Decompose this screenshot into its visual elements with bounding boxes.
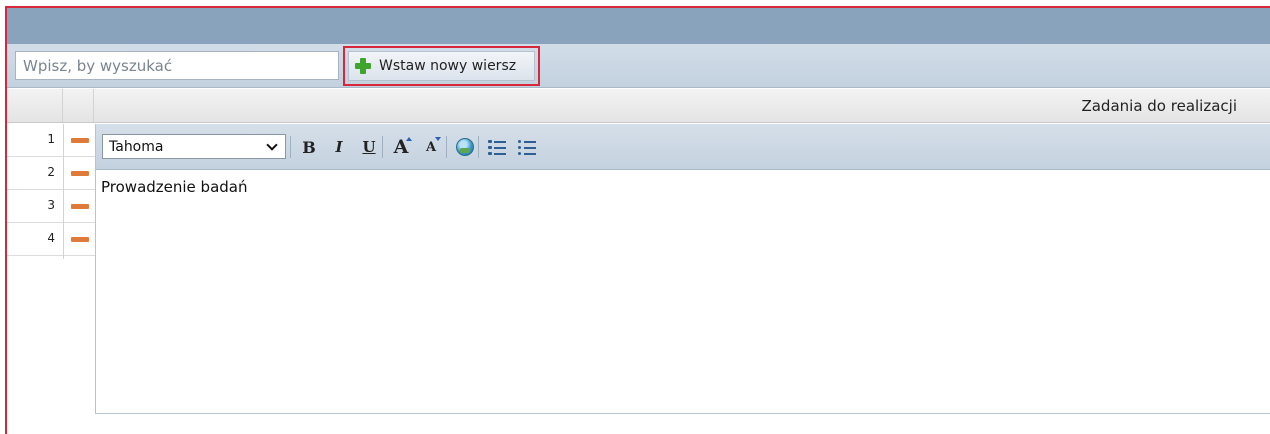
minus-icon[interactable]: [71, 138, 89, 143]
list-line: [494, 147, 506, 149]
plus-icon: [355, 58, 371, 74]
globe-shape: [456, 138, 474, 156]
unordered-list-glyph: [517, 138, 537, 156]
list-marker: [518, 146, 521, 149]
list-line: [494, 153, 506, 155]
list-marker: [488, 146, 492, 149]
rich-text-editor: Tahoma B I U A A Prowadzenie badań: [95, 124, 1270, 414]
row-number: 3: [47, 198, 55, 212]
unordered-list-icon[interactable]: [514, 134, 540, 160]
search-input[interactable]: [15, 51, 339, 80]
globe-icon[interactable]: [452, 134, 478, 160]
ordered-list-glyph: [487, 138, 507, 156]
list-line: [524, 147, 536, 149]
column-header-tasks[interactable]: Zadania do realizacji: [1081, 97, 1237, 115]
grid-header-row: Zadania do realizacji: [7, 89, 1270, 123]
app-frame: Wstaw nowy wiersz Zadania do realizacji …: [5, 6, 1270, 434]
add-row-label: Wstaw nowy wiersz: [379, 58, 517, 74]
list-line: [494, 141, 506, 143]
arrow-down-icon: [435, 137, 441, 141]
editor-toolbar: Tahoma B I U A A: [96, 124, 1270, 170]
editor-text: Prowadzenie badań: [101, 178, 248, 196]
font-shrink-icon[interactable]: A: [418, 134, 444, 160]
table-row[interactable]: 1: [7, 124, 95, 157]
table-row[interactable]: 3: [7, 190, 95, 223]
font-family-select[interactable]: Tahoma: [102, 134, 286, 159]
list-marker: [488, 140, 492, 143]
minus-icon[interactable]: [71, 204, 89, 209]
arrow-up-icon: [406, 137, 412, 141]
bold-icon[interactable]: B: [296, 134, 322, 160]
row-number: 4: [47, 231, 55, 245]
row-number: 2: [47, 165, 55, 179]
underline-icon[interactable]: U: [356, 134, 382, 160]
toolbar-divider: [478, 136, 479, 158]
list-marker: [518, 152, 521, 155]
row-list: 1 2 3 4: [7, 124, 95, 256]
grid-toolbar: Wstaw nowy wiersz: [7, 44, 1270, 88]
header-action-cell: [63, 89, 94, 122]
ordered-list-icon[interactable]: [484, 134, 510, 160]
toolbar-divider: [382, 136, 383, 158]
list-line: [524, 153, 536, 155]
minus-icon[interactable]: [71, 237, 89, 242]
table-row[interactable]: 2: [7, 157, 95, 190]
font-grow-icon[interactable]: A: [388, 134, 414, 160]
row-number: 1: [47, 132, 55, 146]
toolbar-divider: [290, 136, 291, 158]
add-row-button[interactable]: Wstaw nowy wiersz: [343, 46, 540, 86]
table-row[interactable]: 4: [7, 223, 95, 256]
title-bar: [7, 8, 1270, 44]
list-line: [524, 141, 536, 143]
editor-content[interactable]: Prowadzenie badań: [96, 170, 1270, 413]
list-marker: [488, 152, 492, 155]
italic-icon[interactable]: I: [326, 134, 352, 160]
header-number-cell: [7, 89, 63, 122]
font-family-value: Tahoma: [109, 138, 164, 155]
row-column-divider: [63, 124, 64, 259]
toolbar-divider: [446, 136, 447, 158]
minus-icon[interactable]: [71, 171, 89, 176]
list-marker: [518, 140, 521, 143]
chevron-down-icon: [266, 139, 278, 151]
add-row-button-face[interactable]: Wstaw nowy wiersz: [348, 51, 535, 81]
